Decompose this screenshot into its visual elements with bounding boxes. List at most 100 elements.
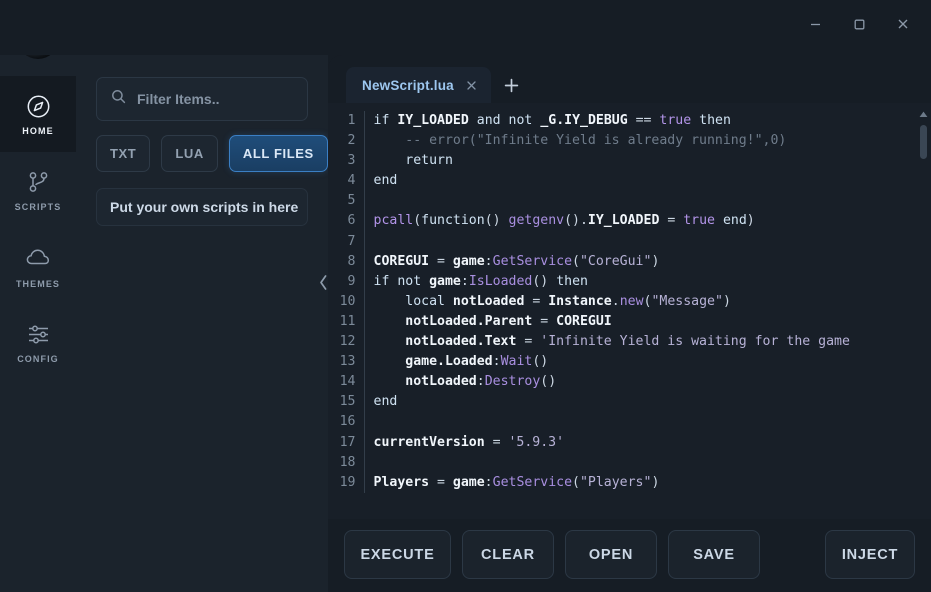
code-line: 3 return xyxy=(328,151,850,172)
code-line: 8 COREGUI = game:GetService("CoreGui") xyxy=(328,251,850,272)
file-list: Put your own scripts in here xyxy=(96,188,308,226)
sidebar-item-label: HOME xyxy=(22,125,54,136)
line-number: 4 xyxy=(328,171,365,192)
code-lines: 1 if IY_LOADED and not _G.IY_DEBUG == tru… xyxy=(328,111,850,493)
save-button[interactable]: SAVE xyxy=(668,530,760,579)
action-bar: EXECUTE CLEAR OPEN SAVE INJECT xyxy=(328,519,931,592)
line-number: 9 xyxy=(328,271,365,292)
line-number: 3 xyxy=(328,151,365,172)
panel-collapse-button[interactable] xyxy=(315,262,332,302)
line-content: game.Loaded:Wait() xyxy=(405,354,549,370)
line-content: pcall(function() getgenv().IY_LOADED = t… xyxy=(373,213,755,229)
title-bar xyxy=(0,0,931,55)
line-number: 16 xyxy=(328,412,365,433)
code-line: 6 pcall(function() getgenv().IY_LOADED = … xyxy=(328,211,850,232)
line-content: currentVersion = '5.9.3' xyxy=(373,434,565,450)
line-content xyxy=(364,191,850,211)
line-number: 17 xyxy=(328,432,365,453)
sidebar-item-label: CONFIG xyxy=(17,353,59,364)
cloud-icon xyxy=(24,244,53,273)
line-content: notLoaded.Text = 'Infinite Yield is wait… xyxy=(405,334,850,350)
clear-button[interactable]: CLEAR xyxy=(462,530,554,579)
tab-label: NewScript.lua xyxy=(362,77,454,93)
line-number: 13 xyxy=(328,352,365,373)
editor-tab-bar: NewScript.lua xyxy=(328,61,931,103)
vertical-scroll-thumb[interactable] xyxy=(920,125,927,159)
filter-search-box[interactable] xyxy=(96,77,328,121)
line-number: 7 xyxy=(328,231,365,252)
file-browser-panel: TXT LUA ALL FILES Put your own scripts i… xyxy=(76,55,328,592)
line-content: if not game:IsLoaded() then xyxy=(373,273,588,289)
code-line: 5 xyxy=(328,191,850,212)
execute-button[interactable]: EXECUTE xyxy=(344,530,451,579)
code-line: 13 game.Loaded:Wait() xyxy=(328,352,850,373)
list-item[interactable]: Put your own scripts in here xyxy=(96,188,308,226)
code-line: 11 notLoaded.Parent = COREGUI xyxy=(328,311,850,333)
line-number: 11 xyxy=(328,311,365,333)
sliders-icon xyxy=(25,321,52,348)
line-content: end xyxy=(373,173,398,189)
search-icon xyxy=(111,89,126,109)
sidebar-item-label: THEMES xyxy=(15,278,61,289)
line-number: 14 xyxy=(328,372,365,393)
caret-up-icon[interactable] xyxy=(916,107,931,122)
line-number: 2 xyxy=(328,131,365,152)
code-line: 19 Players = game:GetService("Players") xyxy=(328,472,850,493)
maximize-button[interactable] xyxy=(837,8,881,40)
line-content: local notLoaded = Instance.new("Message"… xyxy=(405,293,731,309)
line-number: 1 xyxy=(328,111,365,132)
close-button[interactable] xyxy=(881,8,925,40)
line-number: 18 xyxy=(328,452,365,473)
filter-button-txt[interactable]: TXT xyxy=(96,135,151,172)
code-text-area[interactable]: 1 if IY_LOADED and not _G.IY_DEBUG == tru… xyxy=(328,103,931,558)
line-content: end xyxy=(373,394,398,410)
sidebar-item-label: SCRIPTS xyxy=(14,201,62,212)
window-controls xyxy=(793,8,925,40)
code-line: 2 -- error("Infinite Yield is already ru… xyxy=(328,131,850,152)
compass-icon xyxy=(25,93,52,120)
line-content: notLoaded.Parent = COREGUI xyxy=(405,313,612,329)
close-icon[interactable] xyxy=(466,80,477,91)
inject-button[interactable]: INJECT xyxy=(825,530,915,579)
code-line: 14 notLoaded:Destroy() xyxy=(328,372,850,393)
code-line: 12 notLoaded.Text = 'Infinite Yield is w… xyxy=(328,332,850,353)
code-line: 15 end xyxy=(328,392,850,413)
line-number: 8 xyxy=(328,251,365,272)
vertical-scrollbar[interactable] xyxy=(916,103,931,558)
tab-newscript-lua[interactable]: NewScript.lua xyxy=(346,67,491,103)
new-tab-button[interactable] xyxy=(495,67,529,103)
code-line: 4 end xyxy=(328,171,850,192)
line-number: 10 xyxy=(328,291,365,312)
code-line: 18 xyxy=(328,452,850,473)
line-number: 6 xyxy=(328,211,365,232)
file-type-filters: TXT LUA ALL FILES xyxy=(96,135,328,172)
line-content: -- error("Infinite Yield is already runn… xyxy=(373,133,787,149)
sidebar-item-home[interactable]: HOME xyxy=(0,76,76,152)
line-content xyxy=(364,453,850,473)
line-number: 5 xyxy=(328,191,365,212)
line-content: notLoaded:Destroy() xyxy=(405,374,557,390)
line-number: 15 xyxy=(328,392,365,413)
filter-button-lua[interactable]: LUA xyxy=(161,135,218,172)
file-browser-inner: TXT LUA ALL FILES Put your own scripts i… xyxy=(76,55,328,592)
code-scroll-viewport: 1 if IY_LOADED and not _G.IY_DEBUG == tru… xyxy=(328,111,931,551)
line-content xyxy=(364,232,850,252)
line-number: 12 xyxy=(328,332,365,353)
code-line: 1 if IY_LOADED and not _G.IY_DEBUG == tru… xyxy=(328,111,850,132)
search-input[interactable] xyxy=(137,91,328,107)
line-content xyxy=(364,412,850,432)
sidebar-item-scripts[interactable]: SCRIPTS xyxy=(0,152,76,228)
line-content: if IY_LOADED and not _G.IY_DEBUG == true… xyxy=(373,113,731,128)
line-content: Players = game:GetService("Players") xyxy=(373,474,660,490)
code-line: 17 currentVersion = '5.9.3' xyxy=(328,432,850,453)
line-number: 19 xyxy=(328,472,365,493)
open-button[interactable]: OPEN xyxy=(565,530,657,579)
code-line: 16 xyxy=(328,412,850,433)
minimize-button[interactable] xyxy=(793,8,837,40)
filter-button-all-files[interactable]: ALL FILES xyxy=(228,135,328,172)
code-editor: NewScript.lua 1 if IY_LOADED and not _G.I… xyxy=(328,55,931,592)
code-line: 7 xyxy=(328,231,850,252)
code-line: 10 local notLoaded = Instance.new("Messa… xyxy=(328,291,850,312)
sidebar-item-config[interactable]: CONFIG xyxy=(0,304,76,380)
sidebar-item-themes[interactable]: THEMES xyxy=(0,228,76,304)
